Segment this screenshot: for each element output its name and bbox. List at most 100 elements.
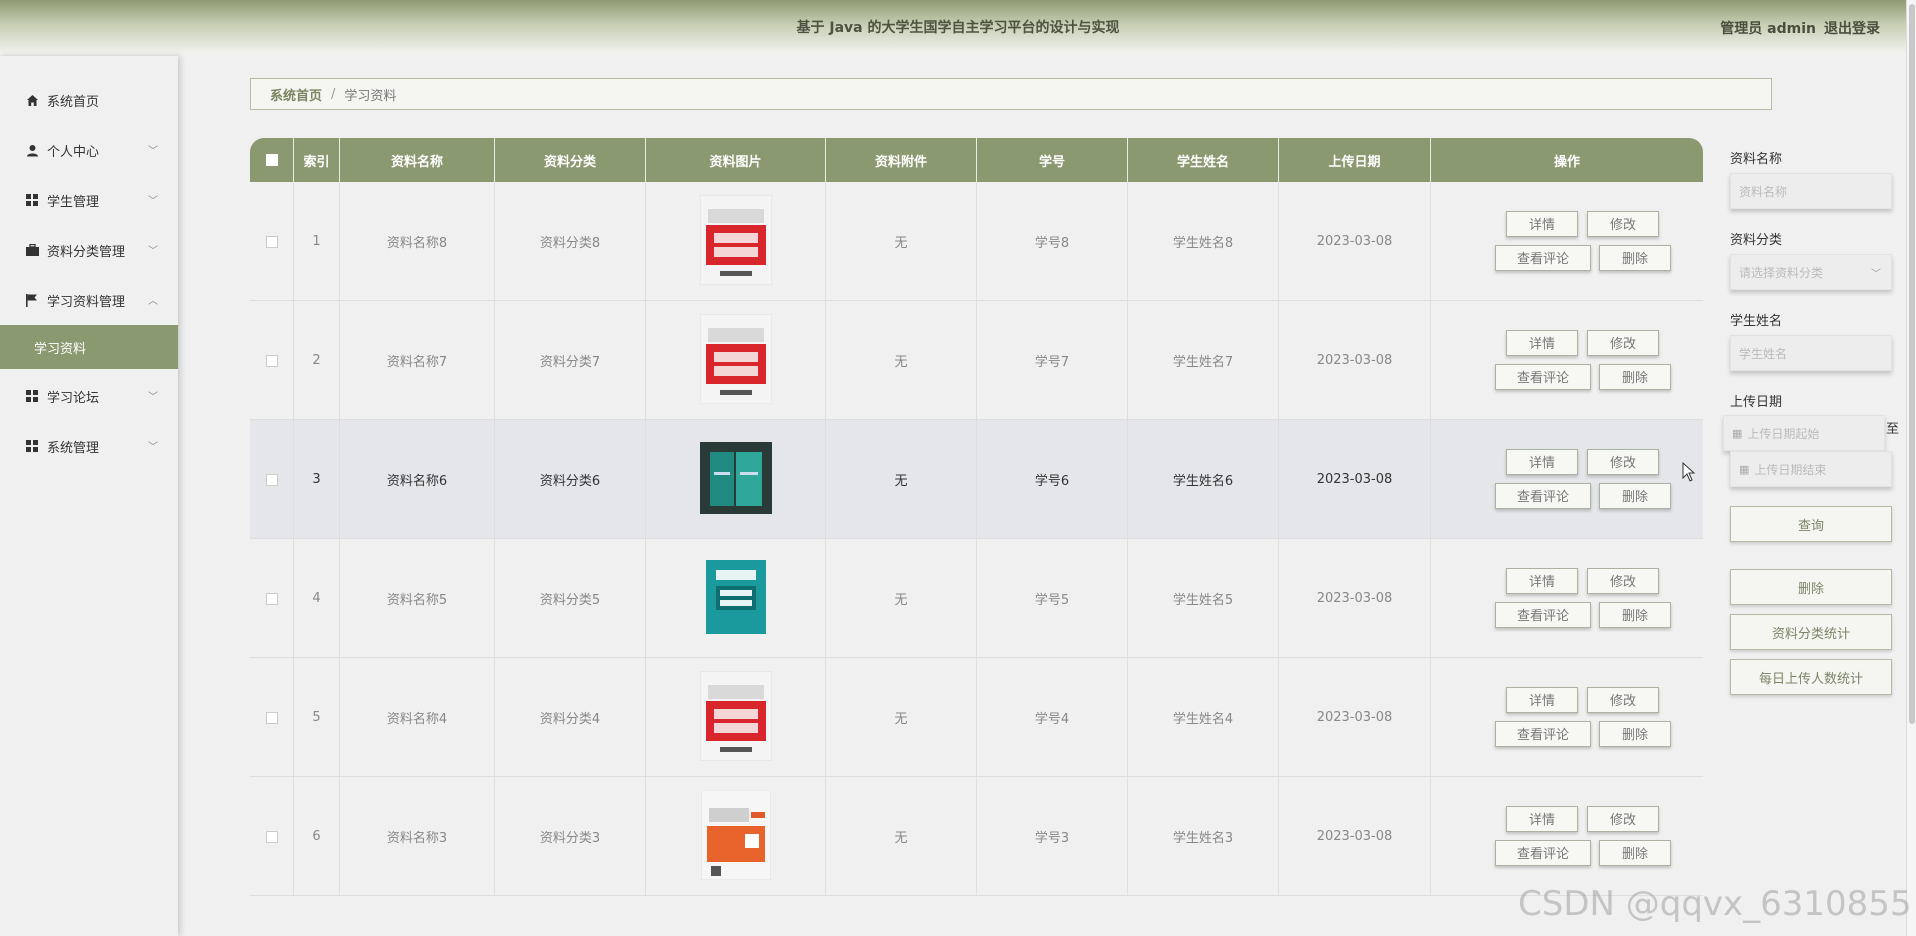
daily-upload-stats-button[interactable]: 每日上传人数统计 bbox=[1730, 659, 1892, 695]
flag-icon bbox=[25, 293, 39, 307]
row-checkbox[interactable] bbox=[265, 592, 278, 605]
category-stats-button[interactable]: 资料分类统计 bbox=[1730, 614, 1892, 650]
date-cell: 2023-03-08 bbox=[1279, 777, 1431, 896]
image-cell bbox=[646, 182, 826, 301]
student-filter-input[interactable]: 学生姓名 bbox=[1730, 335, 1892, 371]
breadcrumb: 系统首页 / 学习资料 bbox=[250, 78, 1772, 110]
row-checkbox[interactable] bbox=[265, 235, 278, 248]
sidebar-item-profile[interactable]: 个人中心 ﹀ bbox=[0, 128, 178, 172]
date-cell: 2023-03-08 bbox=[1279, 539, 1431, 658]
batch-delete-button[interactable]: 删除 bbox=[1730, 569, 1892, 605]
edit-button[interactable]: 修改 bbox=[1587, 567, 1659, 594]
chevron-up-icon: ︿ bbox=[148, 296, 158, 307]
chevron-down-icon: ﹀ bbox=[148, 392, 158, 403]
edit-button[interactable]: 修改 bbox=[1587, 210, 1659, 237]
page-scrollbar[interactable] bbox=[1906, 0, 1916, 936]
actions-cell: 详情 修改查看评论 删除 bbox=[1431, 420, 1703, 539]
table-header: 索引 资料名称 资料分类 资料图片 资料附件 学号 学生姓名 上传日期 操作 bbox=[250, 138, 1703, 182]
row-checkbox-cell bbox=[250, 182, 294, 301]
edit-button[interactable]: 修改 bbox=[1587, 805, 1659, 832]
row-checkbox[interactable] bbox=[265, 830, 278, 843]
name-filter-input[interactable]: 资料名称 bbox=[1730, 173, 1892, 209]
table-row[interactable]: 5 资料名称4 资料分类4 无学号4 学生姓名4 2023-03-08 详情 修改 查看评论 删除 bbox=[250, 658, 1703, 777]
material-cover-image[interactable] bbox=[705, 559, 766, 638]
sidebar-item-students[interactable]: 学生管理 ﹀ bbox=[0, 178, 178, 222]
name-cell: 资料名称4 bbox=[340, 658, 495, 777]
material-cover-image[interactable] bbox=[700, 789, 771, 884]
material-cover-image[interactable] bbox=[699, 670, 772, 765]
sidebar-item-materials[interactable]: 学习资料 bbox=[0, 325, 178, 369]
name-cell: 资料名称3 bbox=[340, 777, 495, 896]
table-row[interactable]: 4 资料名称5 资料分类5 无学号5 学生姓名5 2023-03-08 详情 修改 查看评论 删除 bbox=[250, 539, 1703, 658]
edit-button[interactable]: 修改 bbox=[1587, 686, 1659, 713]
breadcrumb-separator: / bbox=[331, 86, 336, 102]
column-header: 操作 bbox=[1553, 154, 1580, 170]
sidebar-item-system[interactable]: 系统管理 ﹀ bbox=[0, 424, 178, 468]
detail-button[interactable]: 详情 bbox=[1506, 686, 1578, 713]
view-comments-button[interactable]: 查看评论 bbox=[1495, 363, 1591, 390]
column-header: 资料图片 bbox=[646, 138, 826, 182]
material-cover-image[interactable] bbox=[699, 441, 772, 518]
scrollbar-thumb[interactable] bbox=[1909, 4, 1915, 724]
column-header: 资料附件 bbox=[826, 138, 977, 182]
actions-cell: 详情 修改查看评论 删除 bbox=[1431, 658, 1703, 777]
table-row[interactable]: 6 资料名称3 资料分类3 无学号3 学生姓名3 2023-03-08 详情 修改 查看评论 删除 bbox=[250, 777, 1703, 896]
materials-table: 索引 资料名称 资料分类 资料图片 资料附件 学号 学生姓名 上传日期 操作 1… bbox=[250, 138, 1703, 936]
delete-button[interactable]: 删除 bbox=[1599, 839, 1671, 866]
table-row[interactable]: 3 资料名称6 资料分类6 无学号6 学生姓名6 2023-03-08 详情 修改 查看评论 删除 bbox=[250, 420, 1703, 539]
row-checkbox[interactable] bbox=[265, 711, 278, 724]
view-comments-button[interactable]: 查看评论 bbox=[1495, 839, 1591, 866]
view-comments-button[interactable]: 查看评论 bbox=[1495, 720, 1591, 747]
delete-button[interactable]: 删除 bbox=[1599, 244, 1671, 271]
detail-button[interactable]: 详情 bbox=[1506, 329, 1578, 356]
sidebar-item-material-mgmt[interactable]: 学习资料管理 ︿ bbox=[0, 278, 178, 322]
view-comments-button[interactable]: 查看评论 bbox=[1495, 601, 1591, 628]
material-cover-image[interactable] bbox=[699, 194, 772, 289]
top-bar: 基于 Java 的大学生国学自主学习平台的设计与实现 管理员 admin 退出登录 bbox=[0, 0, 1916, 54]
sidebar-item-category-mgmt[interactable]: 资料分类管理 ﹀ bbox=[0, 228, 178, 272]
view-comments-button[interactable]: 查看评论 bbox=[1495, 482, 1591, 509]
sidebar-item-home[interactable]: 系统首页 bbox=[0, 78, 178, 122]
delete-button[interactable]: 删除 bbox=[1599, 601, 1671, 628]
date-end-input[interactable]: ▦ 上传日期结束 bbox=[1730, 451, 1892, 487]
actions-cell: 详情 修改查看评论 删除 bbox=[1431, 539, 1703, 658]
name-cell: 资料名称6 bbox=[340, 420, 495, 539]
row-checkbox-cell bbox=[250, 420, 294, 539]
table-row[interactable]: 1 资料名称8 资料分类8 无学号8 学生姓名8 2023-03-08 详情 修改 查看评论 删除 bbox=[250, 182, 1703, 301]
sidebar-item-label: 学习论坛 bbox=[47, 390, 100, 406]
student-id-cell: 学号4 bbox=[977, 658, 1128, 777]
detail-button[interactable]: 详情 bbox=[1506, 448, 1578, 475]
table-row[interactable]: 2 资料名称7 资料分类7 无学号7 学生姓名7 2023-03-08 详情 修改 查看评论 删除 bbox=[250, 301, 1703, 420]
actions-cell: 详情 修改查看评论 删除 bbox=[1431, 777, 1703, 896]
view-comments-button[interactable]: 查看评论 bbox=[1495, 244, 1591, 271]
student-name-cell: 学生姓名3 bbox=[1128, 777, 1279, 896]
date-cell: 2023-03-08 bbox=[1279, 420, 1431, 539]
detail-button[interactable]: 详情 bbox=[1506, 567, 1578, 594]
breadcrumb-home[interactable]: 系统首页 bbox=[270, 85, 322, 104]
select-all-checkbox[interactable] bbox=[265, 154, 278, 166]
edit-button[interactable]: 修改 bbox=[1587, 329, 1659, 356]
name-cell: 资料名称5 bbox=[340, 539, 495, 658]
row-checkbox[interactable] bbox=[265, 473, 278, 486]
query-button[interactable]: 查询 bbox=[1730, 506, 1892, 542]
student-name-cell: 学生姓名8 bbox=[1128, 182, 1279, 301]
edit-button[interactable]: 修改 bbox=[1587, 448, 1659, 475]
category-cell: 资料分类3 bbox=[495, 777, 646, 896]
calendar-icon: ▦ bbox=[1739, 462, 1750, 476]
attachment-cell: 无 bbox=[826, 182, 977, 301]
detail-button[interactable]: 详情 bbox=[1506, 210, 1578, 237]
image-cell bbox=[646, 539, 826, 658]
sidebar-item-label: 学习资料管理 bbox=[47, 294, 126, 310]
category-filter-select[interactable]: 请选择资料分类 ﹀ bbox=[1730, 254, 1892, 290]
row-checkbox[interactable] bbox=[265, 354, 278, 367]
sidebar-item-forum[interactable]: 学习论坛 ﹀ bbox=[0, 374, 178, 418]
detail-button[interactable]: 详情 bbox=[1506, 805, 1578, 832]
delete-button[interactable]: 删除 bbox=[1599, 482, 1671, 509]
material-cover-image[interactable] bbox=[699, 313, 772, 408]
delete-button[interactable]: 删除 bbox=[1599, 720, 1671, 747]
column-header: 学号 bbox=[977, 138, 1128, 182]
column-header: 上传日期 bbox=[1279, 138, 1431, 182]
attachment-cell: 无 bbox=[826, 420, 977, 539]
delete-button[interactable]: 删除 bbox=[1599, 363, 1671, 390]
date-start-input[interactable]: ▦ 上传日期起始 bbox=[1723, 415, 1885, 451]
